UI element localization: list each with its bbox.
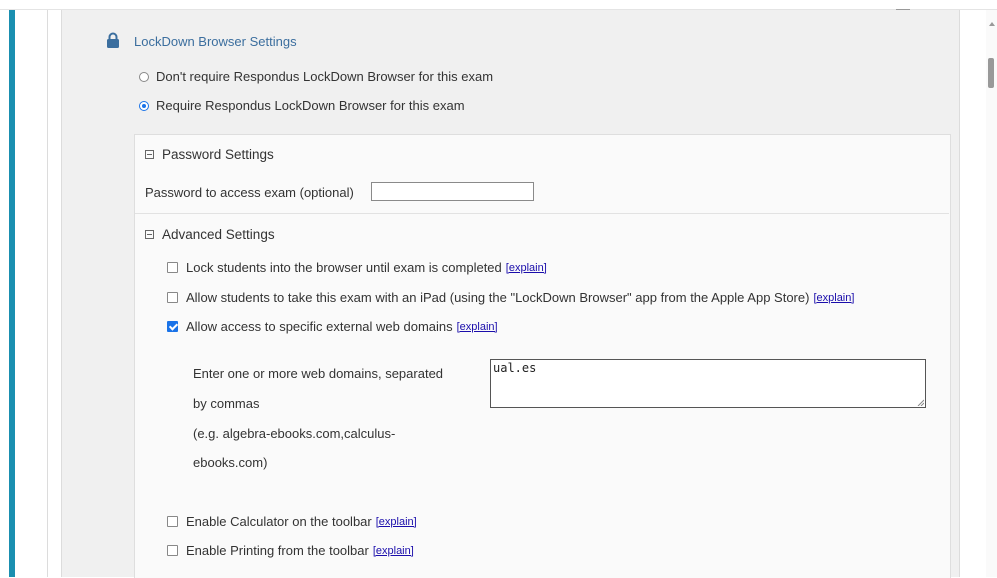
subheading: Advanced Settings [162, 227, 275, 242]
option-label: Lock students into the browser until exa… [186, 260, 502, 275]
option-label: Enable Calculator on the toolbar [186, 514, 372, 529]
divider-line [47, 10, 48, 577]
option-lock-students[interactable]: Lock students into the browser until exa… [167, 260, 547, 275]
top-border [0, 0, 997, 10]
collapse-icon[interactable] [145, 150, 154, 159]
checkbox-icon[interactable] [167, 262, 178, 273]
settings-subpanel [134, 134, 951, 578]
radio-icon[interactable] [139, 100, 149, 111]
domains-help-text: by commas [193, 396, 260, 411]
resize-grip-icon[interactable] [917, 399, 924, 406]
option-calculator[interactable]: Enable Calculator on the toolbar [explai… [167, 514, 417, 529]
radio-label: Don't require Respondus LockDown Browser… [156, 69, 494, 84]
radio-dont-require[interactable]: Don't require Respondus LockDown Browser… [139, 69, 493, 84]
radio-icon[interactable] [139, 71, 149, 82]
domains-help-text: (e.g. algebra-ebooks.com,calculus- [193, 426, 396, 441]
explain-link[interactable]: [explain] [506, 262, 547, 274]
checkbox-icon[interactable] [167, 321, 178, 332]
radio-require[interactable]: Require Respondus LockDown Browser for t… [139, 98, 465, 113]
domains-textarea[interactable]: ual.es [490, 359, 926, 408]
checkbox-icon[interactable] [167, 545, 178, 556]
option-label: Enable Printing from the toolbar [186, 543, 369, 558]
explain-link[interactable]: [explain] [813, 292, 854, 304]
subheading: Password Settings [162, 147, 274, 162]
advanced-settings-header[interactable]: Advanced Settings [145, 227, 275, 242]
scroll-up-icon[interactable] [989, 22, 995, 26]
domains-help-text: Enter one or more web domains, separated [193, 366, 444, 381]
explain-link[interactable]: [explain] [457, 321, 498, 333]
checkbox-icon[interactable] [167, 516, 178, 527]
explain-link[interactable]: [explain] [373, 545, 414, 557]
option-allow-ipad[interactable]: Allow students to take this exam with an… [167, 290, 854, 305]
left-margin [15, 10, 45, 577]
domains-help-text: ebooks.com) [193, 455, 268, 470]
password-input[interactable] [371, 182, 534, 201]
password-label: Password to access exam (optional) [145, 185, 354, 200]
scrollbar-thumb[interactable] [988, 58, 994, 88]
section-divider [135, 213, 949, 214]
lock-icon [107, 32, 119, 48]
divider-line [959, 10, 960, 577]
password-settings-header[interactable]: Password Settings [145, 147, 274, 162]
checkbox-icon[interactable] [167, 292, 178, 303]
option-label: Allow access to specific external web do… [186, 319, 453, 334]
option-label: Allow students to take this exam with an… [186, 290, 810, 305]
radio-label: Require Respondus LockDown Browser for t… [156, 98, 465, 113]
scrollbar[interactable] [986, 10, 997, 577]
option-printing[interactable]: Enable Printing from the toolbar [explai… [167, 543, 414, 558]
section-title: LockDown Browser Settings [134, 34, 297, 49]
explain-link[interactable]: [explain] [376, 516, 417, 528]
collapse-icon[interactable] [145, 230, 154, 239]
option-external-domains[interactable]: Allow access to specific external web do… [167, 319, 498, 334]
